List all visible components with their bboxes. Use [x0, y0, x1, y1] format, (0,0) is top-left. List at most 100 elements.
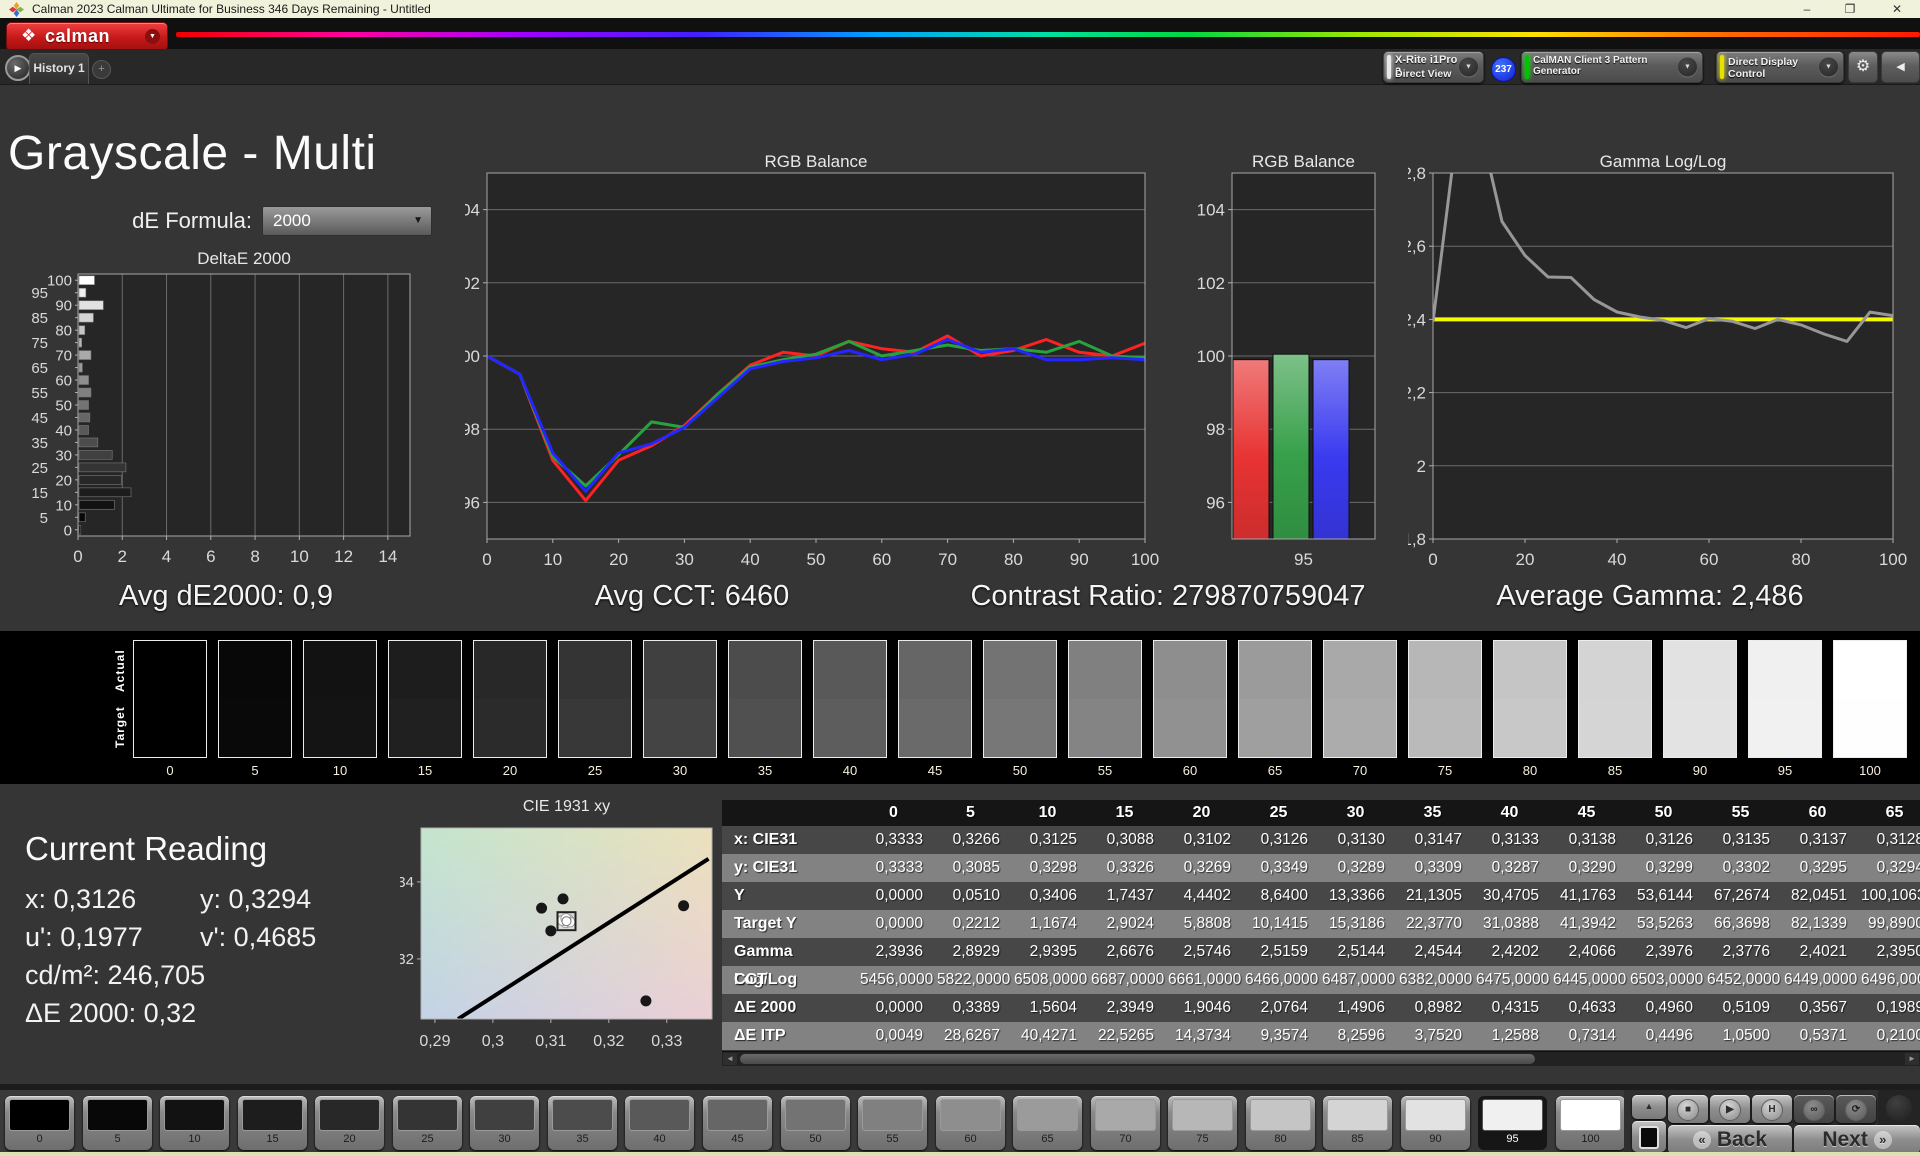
meter-count-badge[interactable]: 237 [1491, 57, 1516, 82]
pattern-level-40[interactable]: 40 [625, 1096, 694, 1150]
meter-selector[interactable]: X-Rite i1Pro 2 Direct View ▼ [1383, 51, 1484, 83]
scrollbar-thumb[interactable] [740, 1054, 1535, 1064]
swatch-level-label: 20 [473, 763, 547, 778]
table-cell: 6496,0000 [1861, 966, 1920, 994]
column-header: 45 [1553, 800, 1630, 826]
table-scrollbar[interactable]: ◄ ► [722, 1051, 1920, 1066]
pattern-level-75[interactable]: 75 [1168, 1096, 1237, 1150]
pattern-level-10[interactable]: 10 [160, 1096, 229, 1150]
table-cell: 2,4544 [1399, 938, 1476, 966]
pattern-level-60[interactable]: 60 [936, 1096, 1005, 1150]
pattern-level-label: 30 [470, 1133, 539, 1145]
pattern-level-55[interactable]: 55 [858, 1096, 927, 1150]
table-cell: 6487,0000 [1322, 966, 1399, 994]
next-button[interactable]: Next » [1794, 1125, 1920, 1154]
target-swatch [1749, 699, 1821, 757]
pattern-level-80[interactable]: 80 [1246, 1096, 1315, 1150]
source-selector[interactable]: CalMAN Client 3 Pattern Generator ▼ [1521, 51, 1703, 83]
table-cell: 0,3088 [1091, 826, 1168, 854]
svg-text:40: 40 [741, 550, 760, 569]
avg-cct-stat: Avg CCT: 6460 [595, 580, 790, 616]
pattern-level-20[interactable]: 20 [315, 1096, 384, 1150]
source-chevron-down-icon[interactable]: ▼ [1678, 58, 1697, 77]
tab-scroll-button[interactable]: ▶ [5, 55, 31, 81]
table-row: Y0,00000,05100,34061,74374,44028,640013,… [722, 882, 1920, 910]
infinity-icon: ∞ [1803, 1099, 1825, 1121]
actual-swatch [474, 641, 546, 699]
table-cell: 0,3406 [1014, 882, 1091, 910]
table-cell: 0,3333 [860, 826, 937, 854]
row-label: y: CIE31 [722, 854, 860, 882]
table-cell: 6452,0000 [1707, 966, 1784, 994]
tab-history-1[interactable]: History 1 [29, 53, 89, 84]
meter-chevron-down-icon[interactable]: ▼ [1459, 58, 1478, 77]
svg-text:104: 104 [1197, 201, 1225, 220]
calman-menu-button[interactable]: ❖ calman ▼ [6, 22, 168, 51]
pattern-level-50[interactable]: 50 [781, 1096, 850, 1150]
table-cell: 0,3290 [1553, 854, 1630, 882]
pattern-level-0[interactable]: 0 [5, 1096, 74, 1150]
play-button[interactable]: ▶ [1710, 1095, 1750, 1123]
pattern-level-90[interactable]: 90 [1401, 1096, 1470, 1150]
pattern-swatch [707, 1099, 768, 1131]
pattern-level-85[interactable]: 85 [1323, 1096, 1392, 1150]
svg-text:95: 95 [1294, 550, 1313, 569]
close-icon[interactable]: ✕ [1882, 0, 1912, 19]
collapse-panel-button[interactable]: ◀ [1881, 51, 1920, 83]
pattern-level-25[interactable]: 25 [393, 1096, 462, 1150]
maximize-icon[interactable]: ❐ [1835, 0, 1865, 19]
pattern-level-95[interactable]: 95 [1478, 1096, 1547, 1150]
refresh-button[interactable]: ⟳ [1836, 1095, 1876, 1123]
step-pattern-button[interactable]: H [1752, 1095, 1792, 1123]
table-cell: 30,4705 [1476, 882, 1553, 910]
table-cell: 2,5159 [1245, 938, 1322, 966]
table-cell: 1,0500 [1707, 1022, 1784, 1050]
pattern-level-5[interactable]: 5 [83, 1096, 152, 1150]
table-cell: 67,2674 [1707, 882, 1784, 910]
minimize-icon[interactable]: – [1792, 0, 1822, 19]
stop-button[interactable]: ■ [1668, 1095, 1708, 1123]
pattern-swatch [474, 1099, 535, 1131]
de-formula-select[interactable]: 2000 ▼ [262, 206, 432, 236]
pattern-level-70[interactable]: 70 [1091, 1096, 1160, 1150]
grayscale-swatch-75 [1408, 640, 1482, 758]
back-button[interactable]: « Back [1668, 1125, 1792, 1154]
grayscale-swatch-45 [898, 640, 972, 758]
table-cell: 2,5144 [1322, 938, 1399, 966]
pattern-level-45[interactable]: 45 [703, 1096, 772, 1150]
scroll-left-icon[interactable]: ◄ [723, 1053, 737, 1065]
table-row: ΔE ITP0,004928,626740,427122,526514,3734… [722, 1022, 1920, 1050]
display-selector[interactable]: Direct Display Control ▼ [1716, 51, 1844, 83]
settings-button[interactable]: ⚙ [1848, 51, 1878, 83]
actual-swatch [1154, 641, 1226, 699]
tab-scroll-icon: ▶ [15, 63, 22, 73]
pattern-up-button[interactable]: ▲ [1632, 1095, 1666, 1119]
table-cell: 0,0049 [860, 1022, 937, 1050]
display-chevron-down-icon[interactable]: ▼ [1819, 58, 1838, 77]
table-cell: 0,3126 [1630, 826, 1707, 854]
pattern-level-100[interactable]: 100 [1556, 1096, 1625, 1150]
pattern-level-65[interactable]: 65 [1013, 1096, 1082, 1150]
add-tab-button[interactable]: + [92, 60, 111, 79]
pattern-swatch [397, 1099, 458, 1131]
pattern-level-35[interactable]: 35 [548, 1096, 617, 1150]
svg-text:0,32: 0,32 [400, 951, 414, 968]
scroll-right-icon[interactable]: ► [1905, 1053, 1919, 1065]
table-cell: 0,3126 [1245, 826, 1322, 854]
logo-chevron-icon[interactable]: ▼ [145, 29, 160, 44]
loop-button[interactable]: ∞ [1794, 1095, 1834, 1123]
pattern-level-30[interactable]: 30 [470, 1096, 539, 1150]
contrast-ratio-stat: Contrast Ratio: 279870759047 [970, 580, 1365, 616]
svg-text:12: 12 [334, 547, 353, 566]
x-value: 0,3126 [54, 884, 137, 914]
column-header: 50 [1630, 800, 1707, 826]
next-label: Next [1822, 1128, 1868, 1151]
target-swatch [389, 699, 461, 757]
table-cell: 8,2596 [1322, 1022, 1399, 1050]
pattern-level-15[interactable]: 15 [238, 1096, 307, 1150]
table-cell: 0,4315 [1476, 994, 1553, 1022]
pattern-level-label: 35 [548, 1133, 617, 1145]
svg-text:80: 80 [1004, 550, 1023, 569]
table-cell: 6503,0000 [1630, 966, 1707, 994]
pattern-window-button[interactable] [1632, 1121, 1666, 1152]
